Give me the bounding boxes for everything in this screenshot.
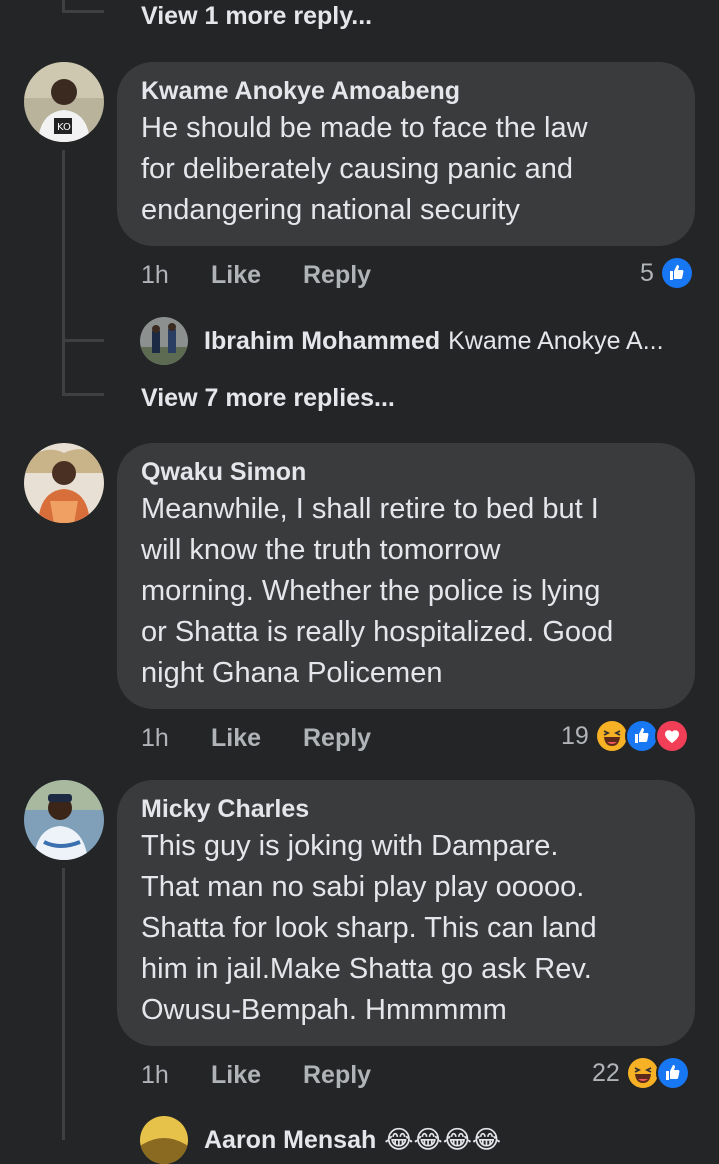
haha-icon bbox=[625, 1056, 660, 1090]
commenter-name[interactable]: Kwame Anokye Amoabeng bbox=[141, 76, 671, 106]
comment-time[interactable]: 1h bbox=[141, 1061, 169, 1090]
thread-line-micky bbox=[62, 868, 65, 1140]
comment-bubble-kwame: Kwame Anokye Amoabeng He should be made … bbox=[117, 62, 695, 246]
like-icon bbox=[659, 256, 694, 290]
like-button[interactable]: Like bbox=[211, 1061, 261, 1090]
thread-branch-kwame-2 bbox=[62, 393, 104, 396]
view-more-replies-top[interactable]: View 1 more reply... bbox=[141, 2, 372, 31]
reaction-count: 5 bbox=[640, 258, 654, 287]
reply-button[interactable]: Reply bbox=[303, 724, 371, 753]
reaction-count: 22 bbox=[592, 1058, 620, 1087]
commenter-name[interactable]: Qwaku Simon bbox=[141, 457, 671, 487]
comment-text: He should be made to face the law for de… bbox=[141, 112, 588, 226]
reply-preview-aaron[interactable]: Aaron Mensah 😂😂😂😂 bbox=[140, 1116, 501, 1164]
reaction-summary[interactable]: 5 bbox=[640, 256, 694, 290]
reply-button[interactable]: Reply bbox=[303, 1061, 371, 1090]
reaction-count: 19 bbox=[561, 721, 589, 750]
avatar-qwaku[interactable] bbox=[24, 443, 104, 523]
like-icon bbox=[655, 1056, 690, 1090]
reply-text: Kwame Anokye A... bbox=[448, 326, 664, 355]
love-icon bbox=[654, 719, 689, 753]
comment-text: This guy is joking with Dampare. That ma… bbox=[141, 830, 597, 1026]
reaction-summary[interactable]: 19 bbox=[561, 719, 689, 753]
comment-bubble-qwaku: Qwaku Simon Meanwhile, I shall retire to… bbox=[117, 443, 695, 709]
thread-line-top bbox=[62, 0, 65, 10]
avatar-ibrahim[interactable] bbox=[140, 317, 188, 365]
reply-emoji: 😂😂😂😂 bbox=[384, 1126, 502, 1154]
thread-line-kwame bbox=[62, 150, 65, 393]
like-button[interactable]: Like bbox=[211, 724, 261, 753]
avatar-aaron[interactable] bbox=[140, 1116, 188, 1164]
thread-branch-kwame-1 bbox=[62, 339, 104, 342]
comment-text: Meanwhile, I shall retire to bed but I w… bbox=[141, 493, 614, 689]
avatar-micky[interactable] bbox=[24, 780, 104, 860]
haha-icon bbox=[594, 719, 629, 753]
comment-time[interactable]: 1h bbox=[141, 724, 169, 753]
reply-preview-ibrahim[interactable]: Ibrahim Mohammed Kwame Anokye A... bbox=[140, 317, 664, 365]
like-icon bbox=[624, 719, 659, 753]
avatar-kwame[interactable]: KO bbox=[24, 62, 104, 142]
reply-author-name[interactable]: Ibrahim Mohammed bbox=[204, 327, 440, 356]
reaction-summary[interactable]: 22 bbox=[592, 1056, 690, 1090]
commenter-name[interactable]: Micky Charles bbox=[141, 794, 671, 824]
like-button[interactable]: Like bbox=[211, 261, 261, 290]
comment-bubble-micky: Micky Charles This guy is joking with Da… bbox=[117, 780, 695, 1046]
svg-text:KO: KO bbox=[57, 122, 71, 133]
thread-branch-top bbox=[62, 10, 104, 13]
reply-author-name[interactable]: Aaron Mensah bbox=[204, 1126, 376, 1155]
view-more-replies-kwame[interactable]: View 7 more replies... bbox=[141, 384, 395, 413]
comment-time[interactable]: 1h bbox=[141, 261, 169, 290]
reply-button[interactable]: Reply bbox=[303, 261, 371, 290]
